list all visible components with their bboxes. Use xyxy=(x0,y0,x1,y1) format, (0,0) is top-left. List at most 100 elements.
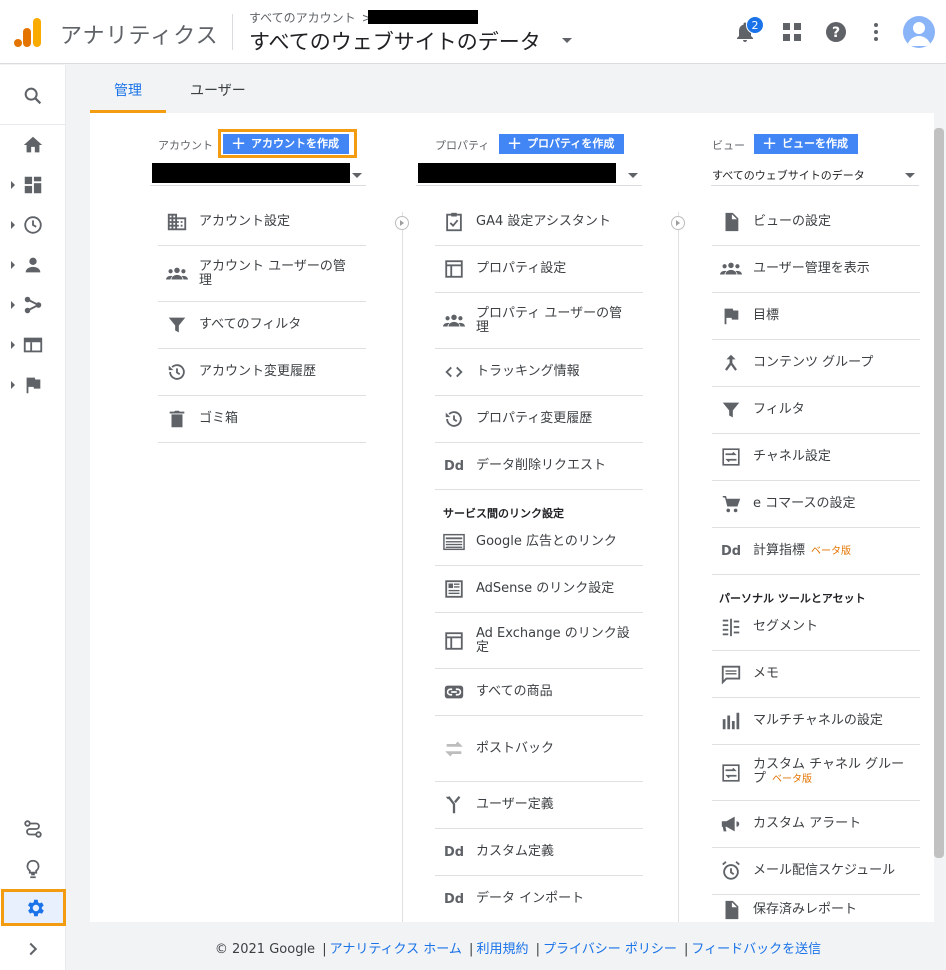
property-select-caret-icon[interactable] xyxy=(628,173,638,178)
avatar[interactable] xyxy=(903,16,935,48)
create-property-button[interactable]: + プロパティを作成 xyxy=(499,134,625,154)
footer-link-terms[interactable]: 利用規約 xyxy=(476,942,528,957)
gear-icon[interactable] xyxy=(24,897,46,919)
history-icon xyxy=(443,408,465,430)
expand-arrow-icon[interactable] xyxy=(11,261,15,269)
settings-item[interactable]: チャネル設定 xyxy=(712,434,920,481)
settings-item[interactable]: メモ xyxy=(712,651,920,698)
footer-link-feedback[interactable]: フィードバックを送信 xyxy=(691,942,821,957)
lightbulb-icon[interactable] xyxy=(22,858,44,880)
expand-arrow-icon[interactable] xyxy=(11,301,15,309)
expand-arrow-icon[interactable] xyxy=(11,221,15,229)
flag-icon[interactable] xyxy=(22,374,44,396)
settings-item[interactable]: 保存済みレポート xyxy=(712,895,920,925)
settings-item[interactable]: ユーザー管理を表示 xyxy=(712,246,920,293)
settings-item-text: プロパティ ユーザーの管理 xyxy=(476,305,623,335)
settings-item[interactable]: アカウント設定 xyxy=(158,199,366,246)
create-property-label: プロパティを作成 xyxy=(527,137,615,150)
tab-admin[interactable]: 管理 xyxy=(114,80,142,100)
settings-item[interactable]: Ad Exchange のリンク設定 xyxy=(435,613,643,669)
footer-link-privacy[interactable]: プライバシー ポリシー xyxy=(543,942,677,957)
attribution-icon[interactable] xyxy=(22,818,44,840)
settings-item-label: マルチチャネルの設定 xyxy=(753,714,911,728)
settings-item[interactable]: ユーザー定義 xyxy=(435,782,643,829)
property-select[interactable] xyxy=(416,160,642,186)
dd-icon: Dd xyxy=(443,891,465,907)
settings-item[interactable]: e コマースの設定 xyxy=(712,481,920,528)
left-nav-rail xyxy=(0,65,66,970)
expand-arrow-icon[interactable] xyxy=(11,341,15,349)
account-select[interactable] xyxy=(150,160,366,186)
settings-item[interactable]: コンテンツ グループ xyxy=(712,340,920,387)
clock-icon[interactable] xyxy=(22,214,44,236)
breadcrumb-label[interactable]: すべてのアカウント xyxy=(249,11,356,25)
code-icon xyxy=(443,361,465,383)
settings-item[interactable]: すべての商品 xyxy=(435,669,643,716)
settings-item-text: ユーザー管理を表示 xyxy=(753,261,870,276)
create-account-highlight xyxy=(218,129,357,158)
search-icon[interactable] xyxy=(22,85,44,107)
settings-item[interactable]: Dd カスタム定義 xyxy=(435,829,643,876)
settings-item-text: Ad Exchange のリンク設定 xyxy=(476,625,630,655)
settings-item-label: 保存済みレポート xyxy=(753,902,911,917)
admin-nav-item[interactable] xyxy=(1,889,66,926)
scrollbar[interactable] xyxy=(934,128,944,858)
behavior-icon[interactable] xyxy=(22,334,44,356)
account-select-caret-icon[interactable] xyxy=(352,173,362,178)
settings-item[interactable]: Dd データ インポート xyxy=(435,876,643,923)
settings-item[interactable]: プロパティ変更履歴 xyxy=(435,396,643,443)
settings-item[interactable]: セグメント xyxy=(712,604,920,651)
create-view-label: ビューを作成 xyxy=(782,137,848,150)
header-divider xyxy=(232,14,233,50)
help-icon[interactable]: ? xyxy=(824,20,848,44)
settings-item[interactable]: アカウント変更履歴 xyxy=(158,349,366,396)
settings-item[interactable]: カスタム チャネル グループ ベータ版 xyxy=(712,745,920,801)
analytics-logo-icon[interactable] xyxy=(14,16,42,48)
settings-item[interactable]: 目標 xyxy=(712,293,920,340)
people-icon xyxy=(166,263,188,285)
settings-item[interactable]: プロパティ ユーザーの管理 xyxy=(435,293,643,349)
create-view-button[interactable]: + ビューを作成 xyxy=(754,134,858,154)
settings-item[interactable]: カスタム アラート xyxy=(712,801,920,848)
settings-item[interactable]: Dd 計算指標 ベータ版 xyxy=(712,528,920,575)
acquisition-icon[interactable] xyxy=(22,294,44,316)
settings-item[interactable]: ゴミ箱 xyxy=(158,396,366,443)
property-selector[interactable]: すべてのウェブサイトのデータ xyxy=(249,26,541,56)
footer-separator: | xyxy=(322,942,327,957)
settings-item-label: Ad Exchange のリンク設定 xyxy=(476,625,634,655)
settings-item[interactable]: ポストバック xyxy=(435,716,643,782)
settings-item[interactable]: すべてのフィルタ xyxy=(158,302,366,349)
settings-item[interactable]: フィルタ xyxy=(712,387,920,434)
merge-icon xyxy=(720,352,742,374)
settings-item[interactable]: プロパティ設定 xyxy=(435,246,643,293)
settings-item[interactable]: トラッキング情報 xyxy=(435,349,643,396)
people-icon xyxy=(720,258,742,280)
settings-item-text: データ インポート xyxy=(476,891,585,906)
settings-item[interactable]: Dd データ削除リクエスト xyxy=(435,443,643,490)
settings-item[interactable]: GA4 設定アシスタント xyxy=(435,199,643,246)
home-icon[interactable] xyxy=(22,134,44,156)
person-icon[interactable] xyxy=(22,254,44,276)
expand-arrow-icon[interactable] xyxy=(11,181,15,189)
settings-item[interactable]: メール配信スケジュール xyxy=(712,848,920,895)
more-vert-icon[interactable] xyxy=(864,20,888,44)
settings-item-text: e コマースの設定 xyxy=(753,496,856,511)
comment-icon xyxy=(720,663,742,685)
settings-item-text: ユーザー定義 xyxy=(476,797,554,812)
settings-item[interactable]: AdSense のリンク設定 xyxy=(435,566,643,613)
settings-item[interactable]: アカウント ユーザーの管理 xyxy=(158,246,366,302)
settings-item[interactable]: Google 広告とのリンク xyxy=(435,519,643,566)
apps-grid-icon[interactable] xyxy=(780,20,804,44)
property-caret-icon[interactable] xyxy=(562,38,572,43)
view-select[interactable]: すべてのウェブサイトのデータ xyxy=(711,160,919,186)
tab-user[interactable]: ユーザー xyxy=(190,80,246,100)
settings-item[interactable]: マルチチャネルの設定 xyxy=(712,698,920,745)
breadcrumb[interactable]: すべてのアカウント > xyxy=(249,9,372,26)
settings-item[interactable]: ビューの設定 xyxy=(712,199,920,246)
megaphone-icon xyxy=(720,813,742,835)
footer-link-home[interactable]: アナリティクス ホーム xyxy=(330,942,462,957)
view-select-caret-icon[interactable] xyxy=(905,173,915,178)
expand-arrow-icon[interactable] xyxy=(11,381,15,389)
customization-icon[interactable] xyxy=(22,174,44,196)
chevron-right-icon[interactable] xyxy=(22,938,44,960)
